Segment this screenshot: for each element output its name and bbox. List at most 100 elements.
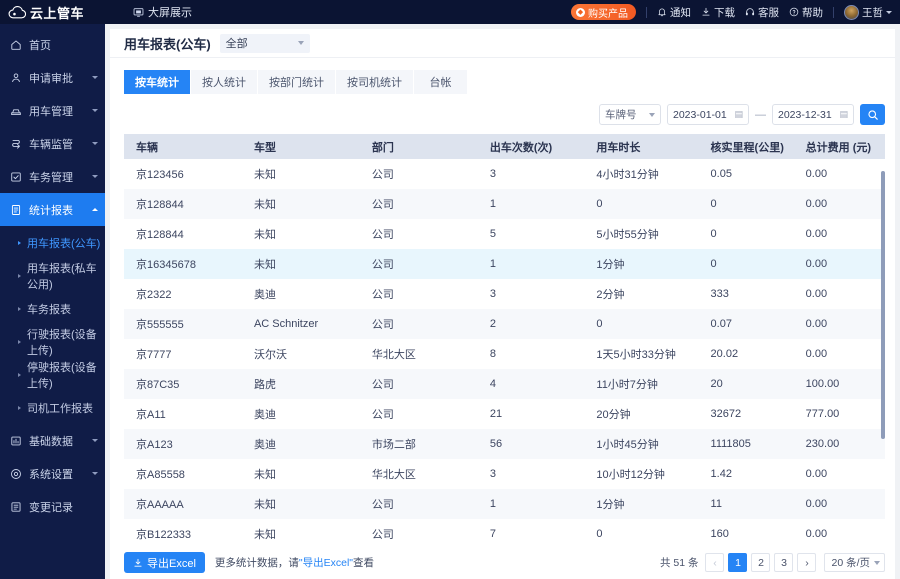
table-row[interactable]: 京128844未知公司55小时55分钟00.00 — [124, 219, 885, 249]
help-button[interactable]: 帮助 — [789, 5, 823, 20]
sidebar-subitem-driver-work-report[interactable]: 司机工作报表 — [0, 391, 105, 424]
sidebar-item-system-settings[interactable]: 系统设置 — [0, 457, 105, 490]
table-cell-1: 未知 — [242, 489, 360, 519]
export-excel-button[interactable]: 导出Excel — [124, 552, 205, 573]
download-button[interactable]: 下载 — [701, 5, 735, 20]
sidebar-item-change-log[interactable]: 变更记录 — [0, 490, 105, 523]
sidebar-subitem-parking-report[interactable]: 停驶报表(设备上传) — [0, 358, 105, 391]
table-cell-1: 未知 — [242, 249, 360, 279]
database-icon — [10, 435, 22, 447]
tab-ledger[interactable]: 台帐 — [414, 70, 468, 94]
tab-by-person[interactable]: 按人统计 — [191, 70, 258, 94]
sidebar-subitem-driving-report[interactable]: 行驶报表(设备上传) — [0, 325, 105, 358]
sidebar-item-label: 用车管理 — [29, 103, 85, 119]
table-cell-3: 5 — [478, 219, 585, 249]
table-cell-1: 奥迪 — [242, 399, 360, 429]
table-row[interactable]: 京123456未知公司34小时31分钟0.050.00 — [124, 159, 885, 189]
table-cell-0: 京A123 — [124, 429, 242, 459]
pagination-page-1[interactable]: 1 — [728, 553, 747, 572]
table-row[interactable]: 京A85558未知华北大区310小时12分钟1.420.00 — [124, 459, 885, 489]
footer-note-suffix: 查看 — [353, 557, 374, 569]
column-header-duration: 用车时长 — [584, 134, 698, 159]
user-menu[interactable]: 王哲 — [844, 5, 892, 20]
table-cell-1: 未知 — [242, 189, 360, 219]
brand-logo[interactable]: 云上管车 — [0, 0, 105, 24]
sidebar-item-base-data[interactable]: 基础数据 — [0, 424, 105, 457]
sidebar-item-label: 首页 — [29, 37, 105, 53]
table-row[interactable]: 京A123奥迪市场二部561小时45分钟1111805230.00 — [124, 429, 885, 459]
table-row[interactable]: 京2322奥迪公司32分钟3330.00 — [124, 279, 885, 309]
table-cell-3: 1 — [478, 489, 585, 519]
footer-note-link[interactable]: "导出Excel" — [299, 557, 353, 569]
table-cell-6: 100.00 — [794, 369, 885, 399]
table-scrollbar[interactable] — [881, 159, 885, 546]
support-button[interactable]: 客服 — [745, 5, 779, 20]
table-cell-5: 160 — [699, 519, 794, 546]
chevron-down-icon — [92, 109, 98, 112]
table-row[interactable]: 京AAAAA未知公司11分钟110.00 — [124, 489, 885, 519]
download-icon — [133, 558, 143, 568]
sidebar-subitem-label: 用车报表(公车) — [27, 235, 100, 251]
divider — [833, 7, 834, 18]
top-nav-item-bigscreen[interactable]: 大屏展示 — [133, 4, 192, 20]
sidebar-subitem-label: 司机工作报表 — [27, 400, 93, 416]
sidebar-subitem-public-car-report[interactable]: 用车报表(公车) — [0, 226, 105, 259]
date-to-input[interactable]: 2023-12-31 ▤ — [772, 104, 854, 125]
page-size-value: 20 条/页 — [831, 555, 870, 570]
sidebar-item-car-management[interactable]: 用车管理 — [0, 94, 105, 127]
page-size-select[interactable]: 20 条/页 — [824, 553, 885, 572]
pagination-total: 共 51 条 — [660, 555, 699, 570]
tab-by-department[interactable]: 按部门统计 — [258, 70, 336, 94]
avatar — [844, 5, 859, 20]
table-cell-5: 0 — [699, 249, 794, 279]
bullet-icon — [18, 241, 21, 245]
sidebar-subitem-private-car-report[interactable]: 用车报表(私车公用) — [0, 259, 105, 292]
table-row[interactable]: 京16345678未知公司11分钟00.00 — [124, 249, 885, 279]
sidebar-item-reports[interactable]: 统计报表 — [0, 193, 105, 226]
calendar-icon: ▤ — [839, 109, 848, 120]
table-row[interactable]: 京87C35路虎公司411小时7分钟20100.00 — [124, 369, 885, 399]
table-row[interactable]: 京A11奥迪公司2120分钟32672777.00 — [124, 399, 885, 429]
tab-by-vehicle[interactable]: 按车统计 — [124, 70, 191, 94]
pagination-next[interactable]: › — [797, 553, 816, 572]
buy-product-label: 购买产品 — [588, 5, 628, 20]
table-cell-4: 1分钟 — [584, 249, 698, 279]
chevron-down-icon — [649, 113, 655, 117]
search-button[interactable] — [860, 104, 885, 125]
scrollbar-thumb[interactable] — [881, 171, 885, 439]
pagination-page-3[interactable]: 3 — [774, 553, 793, 572]
table-row[interactable]: 京7777沃尔沃华北大区81天5小时33分钟20.020.00 — [124, 339, 885, 369]
pagination-page-2[interactable]: 2 — [751, 553, 770, 572]
table-row[interactable]: 京128844未知公司1000.00 — [124, 189, 885, 219]
table-cell-1: 奥迪 — [242, 279, 360, 309]
table-row[interactable]: 京555555AC Schnitzer公司200.070.00 — [124, 309, 885, 339]
table-cell-6: 0.00 — [794, 309, 885, 339]
bullet-icon — [18, 274, 21, 278]
sidebar-item-supervision[interactable]: 车辆监管 — [0, 127, 105, 160]
sidebar-item-home[interactable]: 首页 — [0, 28, 105, 61]
chevron-down-icon — [92, 76, 98, 79]
sidebar-item-approval[interactable]: 申请审批 — [0, 61, 105, 94]
table-cell-4: 1小时45分钟 — [584, 429, 698, 459]
filter-field-select[interactable]: 车牌号 — [599, 104, 661, 125]
pagination-prev[interactable]: ‹ — [705, 553, 724, 572]
table-row[interactable]: 京B122333未知公司701600.00 — [124, 519, 885, 546]
supervision-icon — [10, 138, 22, 150]
footer-note: 更多统计数据，请"导出Excel"查看 — [215, 555, 374, 570]
chevron-down-icon — [92, 472, 98, 475]
table-cell-6: 0.00 — [794, 159, 885, 189]
date-from-input[interactable]: 2023-01-01 ▤ — [667, 104, 749, 125]
table-cell-4: 5小时55分钟 — [584, 219, 698, 249]
sidebar-subitem-vehicle-affairs-report[interactable]: 车务报表 — [0, 292, 105, 325]
table-cell-2: 公司 — [360, 159, 478, 189]
home-icon — [10, 39, 22, 51]
sidebar-item-vehicle-affairs[interactable]: 车务管理 — [0, 160, 105, 193]
table-cell-5: 333 — [699, 279, 794, 309]
tab-by-driver[interactable]: 按司机统计 — [336, 70, 414, 94]
buy-product-button[interactable]: ◆ 购买产品 — [571, 4, 636, 20]
report-icon — [10, 204, 22, 216]
notifications-button[interactable]: 通知 — [657, 5, 691, 20]
top-bar: 云上管车 大屏展示 ◆ 购买产品 — [0, 0, 900, 24]
scope-select[interactable]: 全部 — [220, 34, 310, 53]
table-cell-5: 0.07 — [699, 309, 794, 339]
